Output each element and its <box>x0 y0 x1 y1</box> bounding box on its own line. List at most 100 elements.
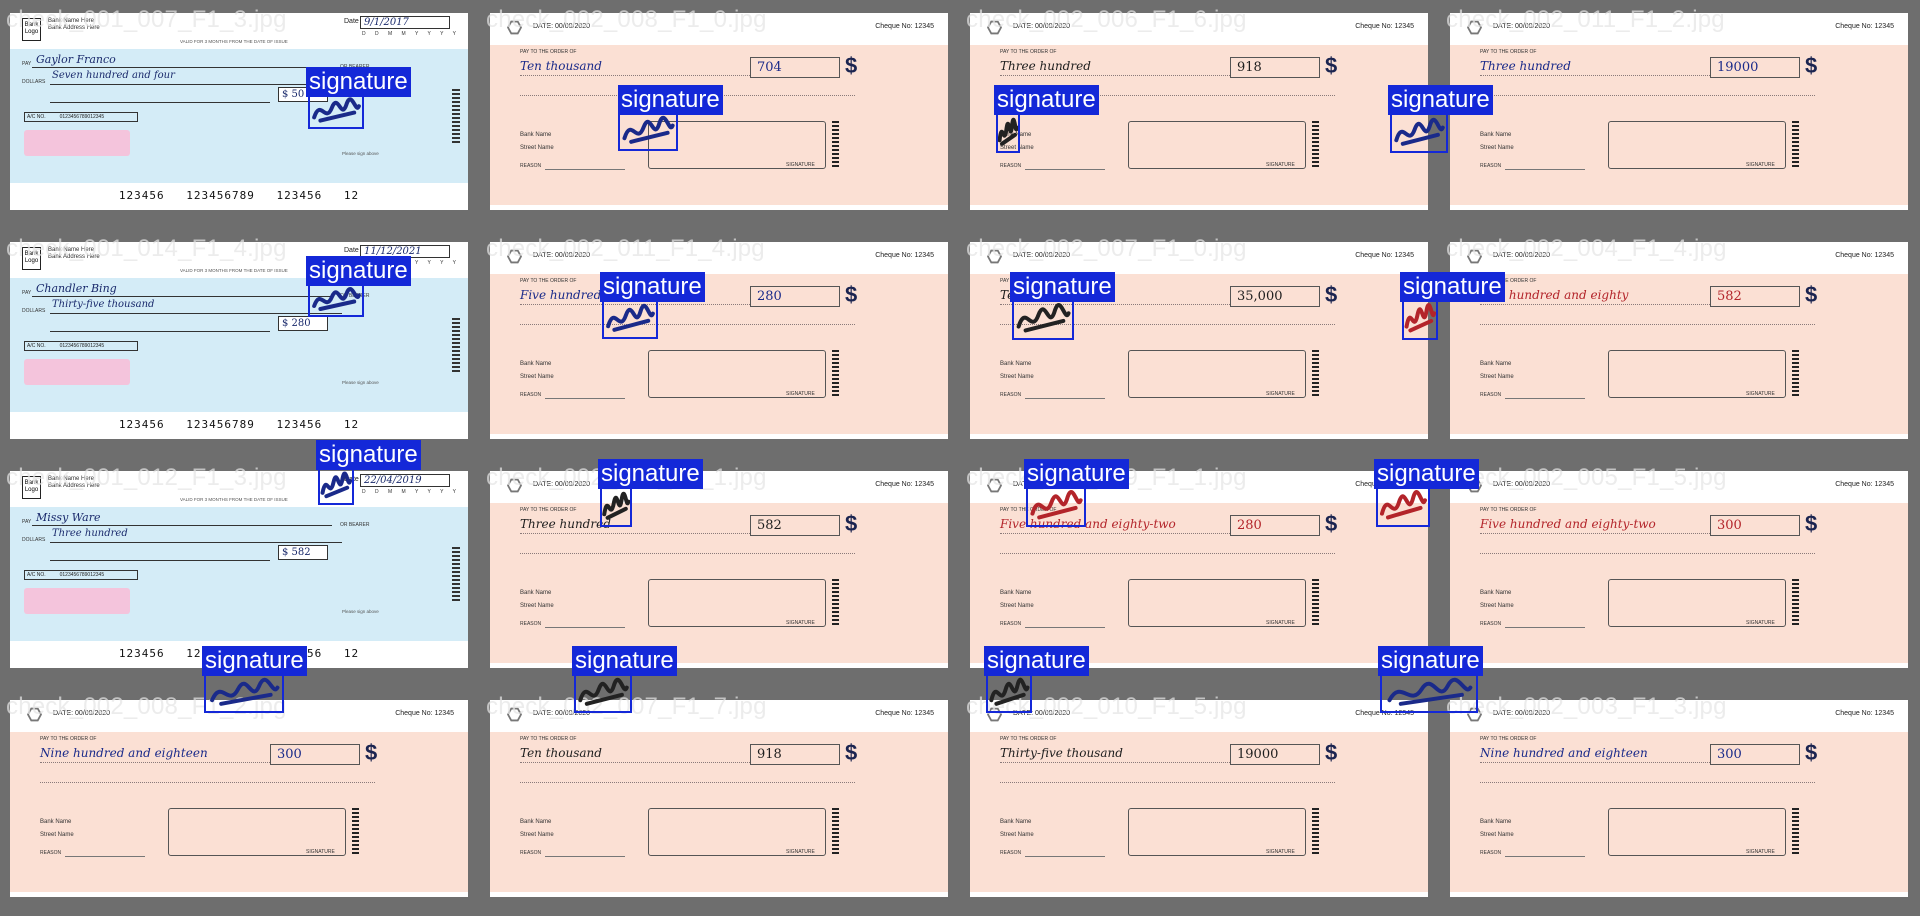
grid-cell[interactable]: DATE: 00/00/2020Cheque No: 12345PAY TO T… <box>1440 0 1920 229</box>
reason-label: REASON <box>1000 392 1022 398</box>
grid-cell[interactable]: DATE: 00/00/2020Cheque No: 12345PAY TO T… <box>960 229 1440 458</box>
second-dotted-line <box>1480 324 1815 325</box>
pay-to-label: PAY TO THE ORDER OF <box>520 507 577 513</box>
dollar-sign: $ <box>845 511 858 536</box>
filename-label: check_002_007_F1_0.jpg <box>966 235 1247 262</box>
reason-label: REASON <box>520 621 542 627</box>
signature-detection-box[interactable] <box>1390 113 1448 153</box>
signature-detection-box[interactable] <box>1026 485 1086 527</box>
barcode <box>452 89 460 145</box>
signature-label: SIGNATURE <box>786 849 815 855</box>
grid-cell[interactable]: DATE: 00/00/2020Cheque No: 12345PAY TO T… <box>0 687 480 916</box>
amount-figure: 582 <box>1710 286 1800 307</box>
pay-to-label: PAY TO THE ORDER OF <box>1000 736 1057 742</box>
signature-label: SIGNATURE <box>1266 849 1295 855</box>
signature-detection-box[interactable] <box>1376 485 1430 527</box>
grid-cell[interactable]: DATE: 00/00/2020Cheque No: 12345PAY TO T… <box>480 229 960 458</box>
signature-detection-box[interactable] <box>618 111 678 151</box>
amount-figure: 582 <box>750 515 840 536</box>
signature-detection-box[interactable] <box>308 283 364 317</box>
street-name: Street Name <box>1480 603 1514 609</box>
dollar-sign: $ <box>1325 740 1338 765</box>
amount-in-words: Three hundred <box>52 528 128 539</box>
reason-label: REASON <box>40 850 62 856</box>
second-dotted-line <box>520 553 855 554</box>
grid-cell[interactable]: DATE: 00/00/2020Cheque No: 12345PAY TO T… <box>1440 458 1920 687</box>
barcode <box>1312 808 1319 856</box>
dollar-sign: $ <box>1325 53 1338 78</box>
signature-detection-box[interactable] <box>204 673 284 713</box>
dollar-sign: $ <box>1325 282 1338 307</box>
pay-line <box>32 67 332 68</box>
reason-line <box>1505 627 1585 628</box>
cheque-number: Cheque No: 12345 <box>1835 252 1894 259</box>
amount-in-words: Five hundred and eighty-two <box>1480 517 1656 531</box>
words-dotted-line <box>1000 533 1230 534</box>
dollar-sign: $ <box>1805 282 1818 307</box>
cheque-classic: Bank Logo Bank Name Here Bank Address Here… <box>10 13 468 210</box>
bank-name: Bank Name <box>1480 819 1512 825</box>
account-label: A/C NO. <box>27 343 46 349</box>
signature-detection-box[interactable] <box>986 673 1032 713</box>
signature-detection-box[interactable] <box>1380 673 1478 713</box>
reason-label: REASON <box>520 850 542 856</box>
detection-grid: Bank Logo Bank Name Here Bank Address Here… <box>0 0 1920 916</box>
signature-stroke <box>580 680 626 704</box>
bank-block: Bank Name Street Name <box>1480 587 1514 613</box>
date-value: 9/1/2017 <box>360 16 450 29</box>
amount-figure: 35,000 <box>1230 286 1320 307</box>
signature-detection-box[interactable] <box>1402 298 1438 340</box>
grid-cell[interactable]: DATE: 00/00/2020Cheque No: 12345PAY TO T… <box>1440 687 1920 916</box>
account-value: 0123456789012345 <box>59 114 105 120</box>
filename-label: check_002_006_F1_6.jpg <box>966 6 1247 33</box>
date-label: Date <box>344 18 359 25</box>
date-format: D D M M Y Y Y Y <box>362 489 460 495</box>
reason-line <box>1025 398 1105 399</box>
signature-detection-box[interactable] <box>600 487 632 527</box>
handwritten-signature <box>1404 300 1436 338</box>
amount-figure: 300 <box>1710 515 1800 536</box>
pay-line <box>32 525 332 526</box>
signature-detection-box[interactable] <box>574 673 632 713</box>
signature-label: SIGNATURE <box>1746 849 1775 855</box>
cheque-number: Cheque No: 12345 <box>1835 23 1894 30</box>
detection-label: signature <box>984 646 1089 676</box>
payee-name: Missy Ware <box>36 511 101 524</box>
signature-detection-box[interactable] <box>308 93 364 129</box>
cheque-modern: DATE: 00/00/2020Cheque No: 12345PAY TO T… <box>1450 242 1908 439</box>
signature-detection-box[interactable] <box>318 467 354 505</box>
signature-detection-box[interactable] <box>602 299 658 339</box>
signature-detection-box[interactable] <box>996 113 1020 153</box>
grid-cell[interactable]: DATE: 00/00/2020Cheque No: 12345PAY TO T… <box>1440 229 1920 458</box>
handwritten-signature <box>310 95 362 127</box>
amount-figure: 704 <box>750 57 840 78</box>
second-dotted-line <box>520 324 855 325</box>
barcode <box>832 579 839 627</box>
street-name: Street Name <box>520 374 554 380</box>
bank-name: Bank Name <box>40 819 72 825</box>
handwritten-signature <box>988 675 1030 711</box>
signature-detection-box[interactable] <box>1012 298 1074 340</box>
dollars-label: DOLLARS <box>22 537 46 543</box>
handwritten-signature <box>1378 487 1428 525</box>
grid-cell[interactable]: DATE: 00/00/2020Cheque No: 12345PAY TO T… <box>480 687 960 916</box>
please-sign-note: Please sign above <box>342 380 379 385</box>
filename-label: check_002_005_F1_5.jpg <box>1446 464 1727 491</box>
reason-line <box>545 627 625 628</box>
handwritten-signature <box>206 675 282 711</box>
dollar-sign: $ <box>1805 53 1818 78</box>
detection-label: signature <box>1388 85 1493 115</box>
grid-cell[interactable]: DATE: 00/00/2020Cheque No: 12345PAY TO T… <box>960 687 1440 916</box>
grid-cell[interactable]: DATE: 00/00/2020Cheque No: 12345PAY TO T… <box>480 458 960 687</box>
cheque-number: Cheque No: 12345 <box>875 252 934 259</box>
bank-block: Bank Name Street Name <box>1480 129 1514 155</box>
detection-label: signature <box>600 272 705 302</box>
detection-label: signature <box>572 646 677 676</box>
barcode <box>1312 350 1319 398</box>
filename-label: check_001_007_F1_3.jpg <box>6 6 287 33</box>
bank-name: Bank Name <box>1000 819 1032 825</box>
grid-cell[interactable]: Bank Logo Bank Name Here Bank Address Here… <box>0 0 480 229</box>
amount-figure: 19000 <box>1230 744 1320 765</box>
barcode <box>1792 579 1799 627</box>
dollar-sign: $ <box>845 740 858 765</box>
